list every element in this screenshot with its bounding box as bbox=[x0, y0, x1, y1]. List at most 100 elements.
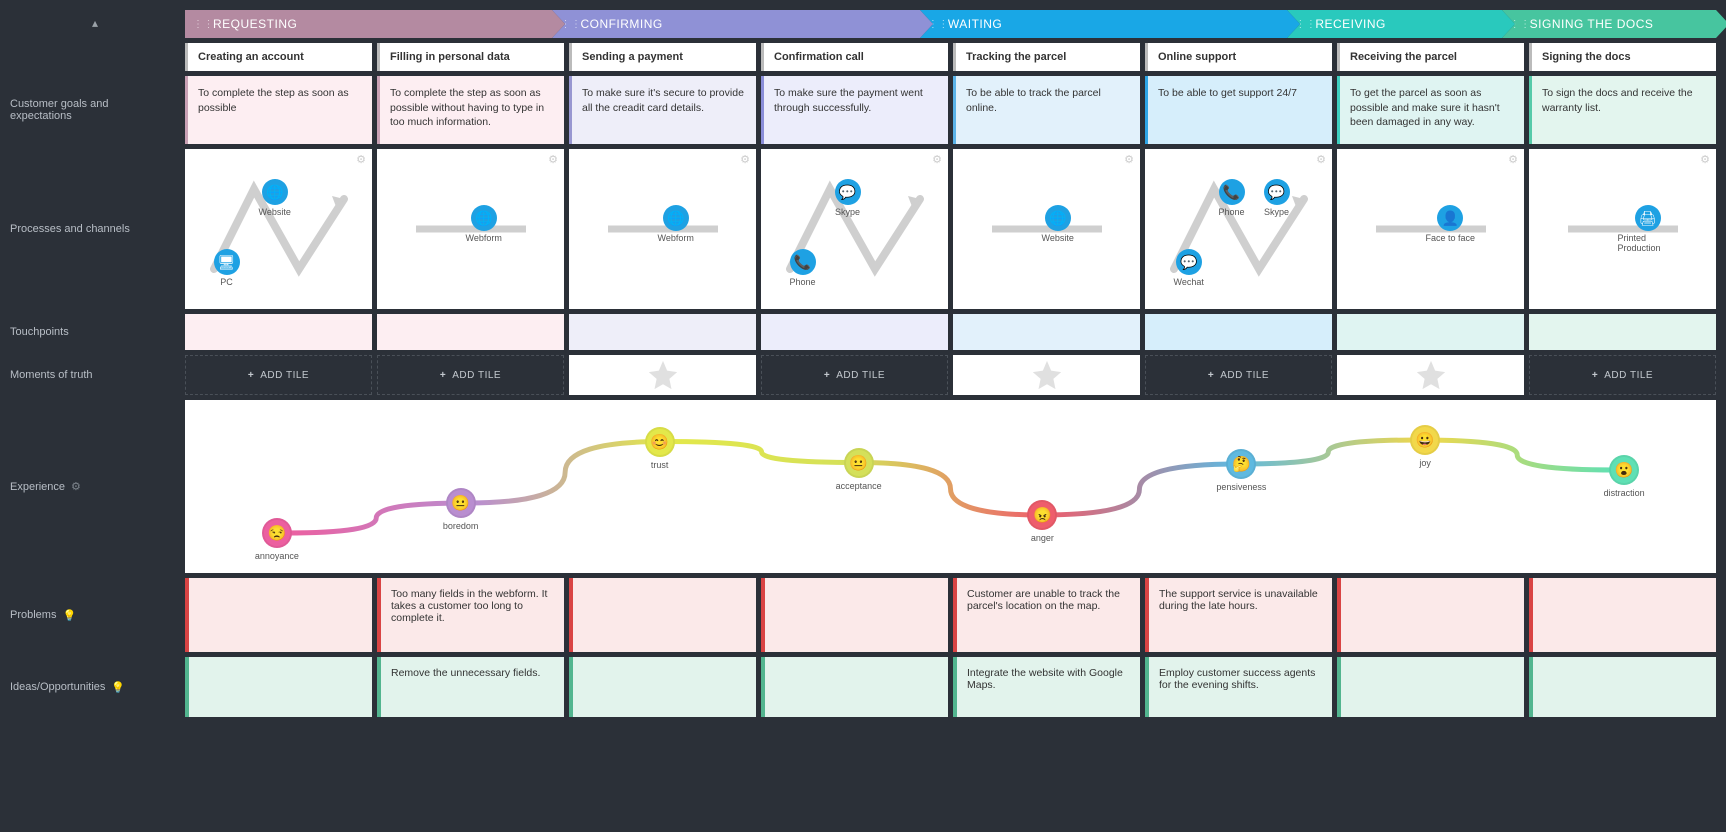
problem-card[interactable] bbox=[569, 578, 756, 652]
idea-card[interactable] bbox=[185, 657, 372, 717]
gear-icon[interactable]: ⚙ bbox=[1700, 153, 1710, 166]
idea-card[interactable]: Remove the unnecessary fields. bbox=[377, 657, 564, 717]
process-cell[interactable]: ⚙ 👤Face to face bbox=[1337, 149, 1524, 309]
touchpoint-card[interactable] bbox=[377, 314, 564, 350]
step-header[interactable]: Filling in personal data bbox=[377, 43, 564, 71]
process-cell[interactable]: ⚙🌐Webform bbox=[569, 149, 756, 309]
gear-icon[interactable]: ⚙ bbox=[740, 153, 750, 166]
goal-card[interactable]: To make sure it's secure to provide all … bbox=[569, 76, 756, 144]
add-tile-button[interactable]: +ADD TILE bbox=[377, 355, 564, 395]
emotion-distraction[interactable]: 😮 bbox=[1609, 455, 1639, 485]
touchpoint-card[interactable] bbox=[1337, 314, 1524, 350]
gear-icon[interactable]: ⚙ bbox=[1508, 153, 1518, 166]
idea-card[interactable]: Integrate the website with Google Maps. bbox=[953, 657, 1140, 717]
phase-label: SIGNING THE DOCS bbox=[1530, 17, 1654, 31]
channel-icon: 📞 bbox=[790, 249, 816, 275]
touchpoint-card[interactable] bbox=[953, 314, 1140, 350]
channel-icon: 🌐 bbox=[471, 205, 497, 231]
phase-confirming[interactable]: ⋮⋮CONFIRMING bbox=[552, 10, 919, 38]
idea-card[interactable]: Employ customer success agents for the e… bbox=[1145, 657, 1332, 717]
channel-icon: 🌐 bbox=[262, 179, 288, 205]
emotion-boredom[interactable]: 😐 bbox=[446, 488, 476, 518]
step-header[interactable]: Sending a payment bbox=[569, 43, 756, 71]
problem-card[interactable] bbox=[761, 578, 948, 652]
gear-icon[interactable]: ⚙ bbox=[1124, 153, 1134, 166]
step-header[interactable]: Online support bbox=[1145, 43, 1332, 71]
step-header[interactable]: Confirmation call bbox=[761, 43, 948, 71]
row-label-goals: Customer goals and expectations bbox=[10, 76, 180, 144]
channel-website: 🌐Website bbox=[259, 179, 291, 217]
goal-card[interactable]: To be able to track the parcel online. bbox=[953, 76, 1140, 144]
step-header[interactable]: Signing the docs bbox=[1529, 43, 1716, 71]
phase-label: RECEIVING bbox=[1315, 17, 1386, 31]
emotion-label: joy bbox=[1419, 458, 1431, 468]
phase-waiting[interactable]: ⋮⋮WAITING bbox=[920, 10, 1287, 38]
process-cell[interactable]: ⚙ 🌐Website bbox=[953, 149, 1140, 309]
plus-icon: + bbox=[1592, 370, 1598, 381]
touchpoint-card[interactable] bbox=[1529, 314, 1716, 350]
idea-card[interactable] bbox=[1529, 657, 1716, 717]
problem-card[interactable]: Too many fields in the webform. It takes… bbox=[377, 578, 564, 652]
bulb-icon[interactable]: 💡 bbox=[111, 681, 125, 694]
emotion-acceptance[interactable]: 😐 bbox=[844, 448, 874, 478]
touchpoint-card[interactable] bbox=[185, 314, 372, 350]
touchpoint-card[interactable] bbox=[761, 314, 948, 350]
problem-card[interactable]: The support service is unavailable durin… bbox=[1145, 578, 1332, 652]
process-cell[interactable]: ⚙📞Phone💬Wechat💬Skype bbox=[1145, 149, 1332, 309]
goal-card[interactable]: To sign the docs and receive the warrant… bbox=[1529, 76, 1716, 144]
idea-card[interactable] bbox=[761, 657, 948, 717]
emotion-trust[interactable]: 😊 bbox=[645, 427, 675, 457]
row-label-ideas: Ideas/Opportunities 💡 bbox=[10, 657, 180, 717]
process-cell[interactable]: ⚙🌐Webform bbox=[377, 149, 564, 309]
collapse-caret[interactable]: ▴ bbox=[10, 10, 180, 38]
gear-icon[interactable]: ⚙ bbox=[548, 153, 558, 166]
row-label-problems: Problems 💡 bbox=[10, 578, 180, 652]
touchpoint-card[interactable] bbox=[569, 314, 756, 350]
plus-icon: + bbox=[1208, 370, 1214, 381]
goal-card[interactable]: To be able to get support 24/7 bbox=[1145, 76, 1332, 144]
step-header[interactable]: Receiving the parcel bbox=[1337, 43, 1524, 71]
process-cell[interactable]: ⚙💬Skype📞Phone bbox=[761, 149, 948, 309]
phase-requesting[interactable]: ⋮⋮REQUESTING bbox=[185, 10, 552, 38]
goal-card[interactable]: To make sure the payment went through su… bbox=[761, 76, 948, 144]
step-header[interactable]: Creating an account bbox=[185, 43, 372, 71]
channel-printed production: 🖨Printed Production bbox=[1618, 205, 1678, 253]
channel-icon: 💬 bbox=[1176, 249, 1202, 275]
problem-card[interactable]: Customer are unable to track the parcel'… bbox=[953, 578, 1140, 652]
gear-icon[interactable]: ⚙ bbox=[1316, 153, 1326, 166]
emotion-annoyance[interactable]: 😒 bbox=[262, 518, 292, 548]
idea-card[interactable] bbox=[1337, 657, 1524, 717]
moment-star[interactable] bbox=[953, 355, 1140, 395]
process-cell[interactable]: ⚙ 🖨Printed Production bbox=[1529, 149, 1716, 309]
phase-receiving[interactable]: ⋮⋮RECEIVING bbox=[1287, 10, 1501, 38]
gear-icon[interactable]: ⚙ bbox=[932, 153, 942, 166]
add-tile-button[interactable]: +ADD TILE bbox=[1145, 355, 1332, 395]
emotion-joy[interactable]: 😀 bbox=[1410, 425, 1440, 455]
gear-icon[interactable]: ⚙ bbox=[356, 153, 366, 166]
channel-face to face: 👤Face to face bbox=[1426, 205, 1476, 243]
phase-label: REQUESTING bbox=[213, 17, 297, 31]
moment-star[interactable] bbox=[1337, 355, 1524, 395]
touchpoint-card[interactable] bbox=[1145, 314, 1332, 350]
problem-card[interactable] bbox=[185, 578, 372, 652]
phase-signing-the-docs[interactable]: ⋮⋮SIGNING THE DOCS bbox=[1502, 10, 1716, 38]
goal-card[interactable]: To get the parcel as soon as possible an… bbox=[1337, 76, 1524, 144]
bulb-icon[interactable]: 💡 bbox=[62, 609, 76, 622]
gear-icon[interactable]: ⚙ bbox=[71, 480, 81, 493]
process-cell[interactable]: ⚙🌐Website🖥PC bbox=[185, 149, 372, 309]
problem-card[interactable] bbox=[1529, 578, 1716, 652]
channel-icon: 🖥 bbox=[214, 249, 240, 275]
experience-chart[interactable]: 😒annoyance😐boredom😊trust😐acceptance😠ange… bbox=[185, 400, 1716, 573]
idea-card[interactable] bbox=[569, 657, 756, 717]
moment-star[interactable] bbox=[569, 355, 756, 395]
add-tile-button[interactable]: +ADD TILE bbox=[761, 355, 948, 395]
problem-card[interactable] bbox=[1337, 578, 1524, 652]
grip-icon[interactable]: ⋮⋮ bbox=[193, 19, 214, 30]
add-tile-button[interactable]: +ADD TILE bbox=[1529, 355, 1716, 395]
channel-website: 🌐Website bbox=[1042, 205, 1074, 243]
add-tile-button[interactable]: +ADD TILE bbox=[185, 355, 372, 395]
step-header[interactable]: Tracking the parcel bbox=[953, 43, 1140, 71]
plus-icon: + bbox=[440, 370, 446, 381]
goal-card[interactable]: To complete the step as soon as possible… bbox=[377, 76, 564, 144]
goal-card[interactable]: To complete the step as soon as possible bbox=[185, 76, 372, 144]
